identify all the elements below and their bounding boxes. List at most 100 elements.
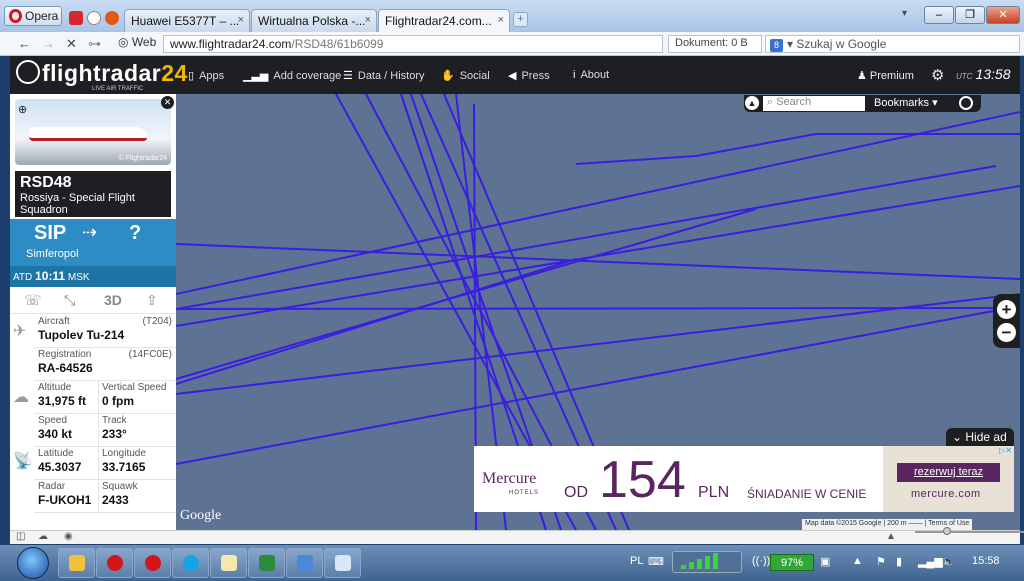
globe-logo-icon [16, 60, 40, 84]
zoom-in-button[interactable]: + [997, 300, 1016, 319]
tab-close-icon[interactable]: × [498, 14, 504, 26]
ad-brand: Mercure [482, 470, 537, 487]
forward-button[interactable]: → [42, 36, 55, 51]
signal-bar [681, 565, 686, 569]
back-button[interactable]: ← [18, 36, 31, 51]
close-window-button[interactable]: ✕ [986, 6, 1020, 24]
language-indicator[interactable]: PL [630, 555, 643, 567]
ad-hotels: HOTELS [509, 490, 540, 496]
panel-toggle-icon[interactable]: ◫ [16, 531, 25, 542]
show-hidden-icons[interactable]: ▲ [852, 555, 863, 567]
windows-taskbar: PL ⌨ ((·)) 97% ▣ ▲ ⚑ ▮ ▂▄▆ 🔈 15:58 [0, 545, 1024, 581]
network-bars-icon[interactable]: ▂▄▆ [918, 555, 943, 568]
extension-icon[interactable] [105, 11, 119, 25]
squawk-value: 2433 [102, 493, 129, 507]
satellite-icon: 📡 [13, 453, 33, 470]
wireless-icon[interactable]: ((·)) [752, 555, 770, 567]
maximize-button[interactable]: ❐ [955, 6, 985, 24]
opera-icon [145, 555, 161, 571]
tab-wirtualna-polska[interactable]: Wirtualna Polska -... × [251, 9, 377, 32]
mercure-ad[interactable]: Mercure HOTELS OD 154 PLN ŚNIADANIE W CE… [474, 446, 1014, 512]
web-badge[interactable]: ◎ Web [118, 35, 156, 49]
battery-level[interactable]: 97% [770, 554, 814, 571]
keyboard-icon[interactable]: ⌨ [648, 555, 664, 568]
zoom-icon[interactable]: ⊕ [18, 103, 27, 116]
taskbar-window[interactable] [324, 548, 361, 578]
hide-ad-button[interactable]: ⌄ Hide ad [946, 428, 1014, 446]
playback-clock-icon[interactable] [959, 96, 973, 110]
skype-icon [183, 555, 199, 571]
close-icon[interactable]: ✕ [161, 96, 174, 109]
tab-flightradar24[interactable]: Flightradar24.com... × [378, 9, 510, 32]
google-search-input[interactable]: 8 ▾ Szukaj w Google [765, 35, 1020, 53]
slider-thumb[interactable] [943, 527, 951, 535]
gear-icon[interactable]: ⚙ [931, 66, 944, 84]
turbo-icon[interactable]: ◉ [64, 531, 73, 542]
menu-press[interactable]: ◀ Press [508, 69, 550, 82]
3d-view-button[interactable]: 3D [104, 292, 122, 308]
cloud-sync-icon[interactable]: ☁ [38, 531, 48, 542]
taskbar-explorer[interactable] [58, 548, 95, 578]
menu-data-history[interactable]: ☰ Data / History [343, 69, 425, 82]
minimize-button[interactable]: – [924, 6, 954, 24]
url-domain: www.flightradar24.com [170, 37, 292, 51]
signal-bar [705, 556, 710, 569]
key-icon[interactable]: ⊶ [88, 36, 101, 52]
premium-link[interactable]: ♟ Premium [857, 69, 914, 82]
volume-icon[interactable]: 🔈 [942, 555, 956, 568]
start-button[interactable] [17, 547, 49, 579]
menu-apps[interactable]: ▯ Apps [188, 69, 224, 82]
bookmarks-dropdown[interactable]: Bookmarks ▾ [874, 96, 938, 109]
flight-path-line [176, 258, 577, 385]
collapse-icon[interactable]: ⤡ [64, 292, 75, 309]
taskbar-notes[interactable] [210, 548, 247, 578]
taskbar-opera-2[interactable] [134, 548, 171, 578]
megaphone-icon: ◀ [508, 70, 517, 82]
zoom-up-icon[interactable]: ▲ [886, 531, 896, 542]
ad-od: OD [564, 484, 588, 501]
tab-huawei[interactable]: Huawei E5377T – ... × [124, 9, 250, 32]
divider [98, 480, 99, 513]
latitude-value: 45.3037 [38, 460, 82, 474]
menu-social[interactable]: ✋ Social [441, 69, 490, 82]
zoom-out-button[interactable]: − [997, 323, 1016, 342]
url-input[interactable]: www.flightradar24.com/RSD48/61b6099 [163, 35, 663, 53]
opera-menu-button[interactable]: Opera [4, 6, 62, 26]
signal-strength-icon[interactable] [672, 551, 742, 573]
origin-code[interactable]: SIP [34, 222, 66, 245]
adchoices-icon[interactable]: ▷✕ [999, 446, 1012, 455]
longitude-label: Longitude [102, 448, 146, 459]
taskbar-network[interactable] [286, 548, 323, 578]
menu-add-coverage[interactable]: ▁▃▅ Add coverage [243, 69, 341, 82]
share-icon[interactable]: ⇪ [146, 292, 158, 309]
ad-cta-button[interactable]: rezerwuj teraz [897, 463, 1000, 482]
usb-icon[interactable]: ▮ [896, 555, 902, 568]
dropdown-icon[interactable]: ▾ [787, 37, 796, 51]
zoom-control: + − [993, 294, 1020, 348]
address-bar: ← → ✕ ⊶ ◎ Web www.flightradar24.com/RSD4… [0, 32, 1024, 56]
menu-about[interactable]: i About [573, 69, 609, 81]
tab-close-icon[interactable]: × [238, 14, 244, 26]
new-tab-button[interactable]: + [513, 12, 528, 27]
route-icon[interactable]: ☏ [24, 292, 42, 309]
map-search-input[interactable]: ⌕ Search [763, 96, 865, 111]
taskbar-excel[interactable] [248, 548, 285, 578]
huawei-icon[interactable] [69, 11, 83, 25]
taskbar-skype[interactable] [172, 548, 209, 578]
system-clock[interactable]: 15:58 [972, 555, 1000, 567]
tab-close-icon[interactable]: × [365, 14, 371, 26]
speed-dial-icon[interactable] [87, 11, 101, 25]
action-center-flag-icon[interactable]: ⚑ [876, 555, 886, 568]
power-plug-icon[interactable]: ▣ [820, 555, 830, 568]
stop-button[interactable]: ✕ [66, 36, 77, 52]
registration-label: Registration [38, 349, 92, 360]
collapse-chevron-icon[interactable]: ▲ [745, 96, 759, 110]
tab-list-chevron-icon[interactable]: ▾ [902, 8, 907, 19]
fr24-logo[interactable]: flightradar24 LIVE AIR TRAFFIC [16, 60, 188, 92]
google-icon: 8 [770, 39, 783, 52]
aircraft-photo[interactable]: ⊕ © Flightradar24 [15, 99, 171, 165]
excel-icon [259, 555, 275, 571]
zoom-slider[interactable] [915, 527, 1024, 535]
ad-site[interactable]: mercure.com [911, 488, 981, 500]
taskbar-opera-1[interactable] [96, 548, 133, 578]
